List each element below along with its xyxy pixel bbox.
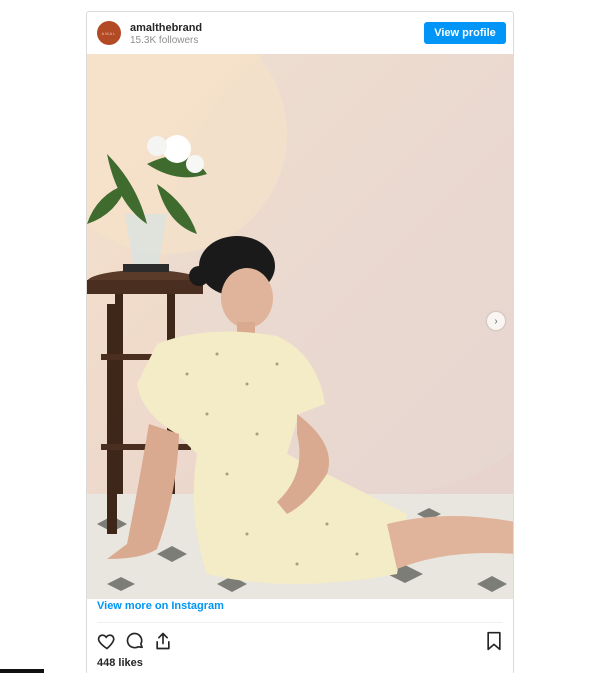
like-button[interactable]	[97, 631, 117, 651]
follower-count: 15.3K followers	[130, 35, 199, 46]
share-button[interactable]	[153, 631, 173, 651]
post-actions	[97, 631, 177, 651]
chevron-right-icon: ›	[494, 315, 498, 327]
view-profile-button[interactable]: View profile	[424, 22, 506, 44]
username[interactable]: amalthebrand	[130, 22, 202, 34]
view-more-link[interactable]: View more on Instagram	[97, 600, 224, 612]
bookmark-icon	[487, 631, 501, 651]
avatar[interactable]: AMAL	[97, 21, 121, 45]
heart-icon	[97, 634, 115, 650]
share-icon	[156, 632, 170, 650]
photo-illustration	[87, 54, 513, 599]
divider	[97, 622, 503, 623]
instagram-embed-card: AMAL amalthebrand 15.3K followers View p…	[86, 11, 514, 673]
comment-button[interactable]	[125, 631, 145, 651]
post-photo[interactable]: ›	[87, 54, 513, 599]
like-count[interactable]: 448 likes	[97, 657, 143, 669]
window-edge-bar	[0, 669, 44, 673]
comment-icon	[126, 632, 143, 649]
post-header: AMAL amalthebrand 15.3K followers View p…	[87, 12, 513, 54]
save-button[interactable]	[485, 631, 503, 651]
next-image-button[interactable]: ›	[487, 312, 505, 330]
